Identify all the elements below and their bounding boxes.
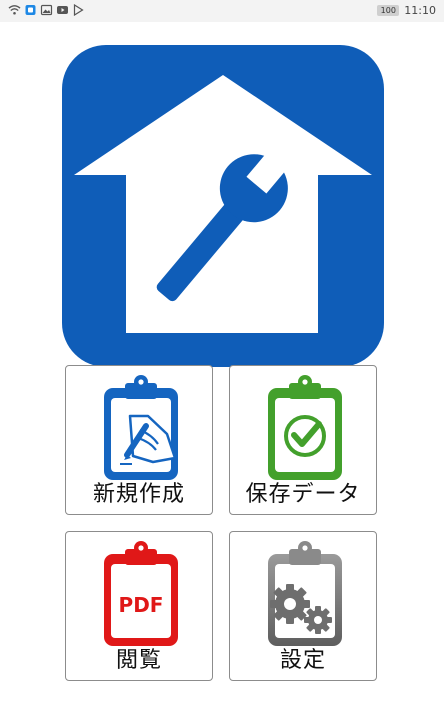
tile-label: 閲覧 <box>115 648 162 673</box>
status-icons <box>8 4 85 16</box>
status-bar: 100 11:10 <box>0 0 444 22</box>
image-notification-icon <box>40 4 53 16</box>
clipboard-pen-icon <box>104 375 178 480</box>
tile-label: 保存データ <box>245 482 361 507</box>
tile-label: 新規作成 <box>92 482 185 507</box>
wifi-icon <box>8 5 21 15</box>
pdf-badge: PDF <box>119 593 164 617</box>
battery-icon: 100 <box>377 5 400 16</box>
house-wrench-icon <box>62 45 384 367</box>
play-store-icon <box>73 4 84 16</box>
clipboard-check-icon <box>268 375 342 480</box>
settings-button[interactable]: 設定 <box>229 531 377 681</box>
view-button[interactable]: PDF 閲覧 <box>65 531 213 681</box>
tile-label: 設定 <box>279 648 326 673</box>
clock: 11:10 <box>404 4 436 17</box>
saved-data-button[interactable]: 保存データ <box>229 365 377 515</box>
new-document-button[interactable]: 新規作成 <box>65 365 213 515</box>
app-notification-icon <box>25 5 36 15</box>
clipboard-gears-icon <box>268 541 342 646</box>
status-right: 100 11:10 <box>377 4 436 17</box>
youtube-icon <box>57 6 68 14</box>
clipboard-pdf-icon: PDF <box>104 541 178 646</box>
